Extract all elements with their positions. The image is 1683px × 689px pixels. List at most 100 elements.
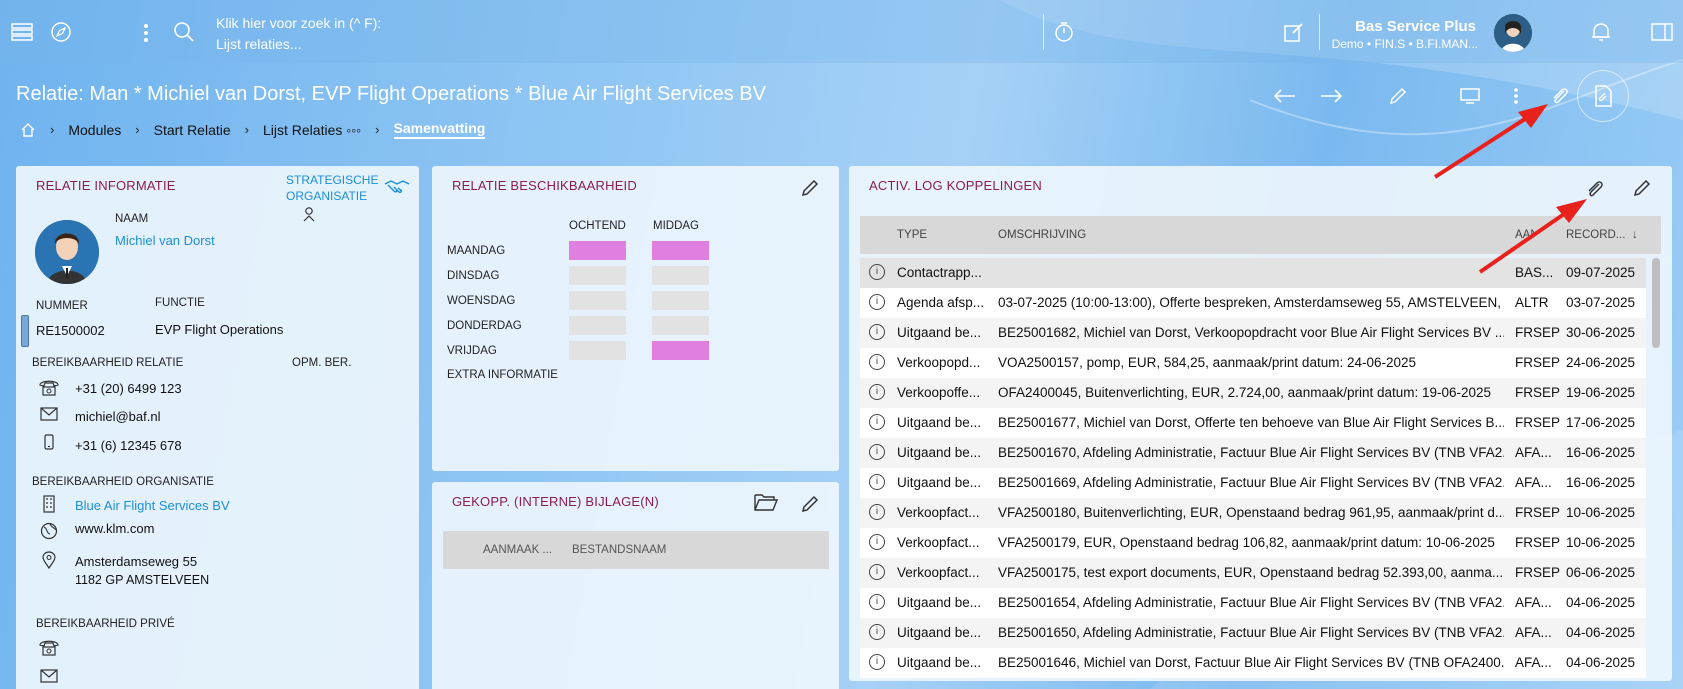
cell-omschrijving: VFA2500179, EUR, Openstaand bedrag 106,8… [998, 535, 1495, 550]
col-record[interactable]: RECORD... [1566, 229, 1625, 241]
table-row[interactable]: i Uitgaand be... BE25001677, Michiel van D… [860, 408, 1646, 438]
info-icon[interactable]: i [869, 294, 885, 310]
mobile-icon[interactable] [44, 434, 54, 455]
user-name[interactable]: Bas Service Plus [1330, 18, 1476, 35]
table-row[interactable]: i Verkoopoffe... OFA2400045, Buitenverlich… [860, 378, 1646, 408]
forward-arrow-icon[interactable] [1318, 84, 1344, 108]
pencil-icon[interactable] [800, 494, 820, 519]
bell-icon[interactable] [1589, 20, 1613, 44]
telephone-icon[interactable] [38, 378, 60, 401]
cell-aan: FRSEP [1515, 415, 1561, 430]
info-icon[interactable]: i [869, 564, 885, 580]
slot-dinsdag-middag[interactable] [652, 266, 709, 285]
col-bestandsnaam[interactable]: BESTANDSNAAM [572, 544, 666, 556]
telephone-icon[interactable] [38, 638, 60, 661]
user-avatar[interactable] [1494, 14, 1532, 52]
slot-donderdag-middag[interactable] [652, 316, 709, 335]
cell-date: 19-06-2025 [1566, 385, 1636, 400]
user-context[interactable]: Demo • FIN.S • B.FI.MAN... [1330, 37, 1478, 51]
organisation-link[interactable]: Blue Air Flight Services BV [75, 498, 230, 513]
strategische-organisatie-link[interactable]: STRATEGISCHE ORGANISATIE [286, 172, 378, 204]
back-arrow-icon[interactable] [1272, 84, 1298, 108]
relatie-informatie-panel: RELATIE INFORMATIE STRATEGISCHE ORGANISA… [16, 166, 419, 689]
table-row[interactable]: i Uitgaand be... BE25001669, Afdeling Admi… [860, 468, 1646, 498]
edit-note-icon[interactable] [1282, 20, 1306, 44]
info-icon[interactable]: i [869, 624, 885, 640]
pencil-icon[interactable] [1386, 84, 1410, 108]
panel-icon[interactable] [1650, 20, 1674, 44]
slot-maandag-ochtend[interactable] [569, 241, 626, 260]
folder-open-icon[interactable] [754, 492, 779, 517]
info-icon[interactable]: i [869, 384, 885, 400]
pencil-icon[interactable] [800, 178, 820, 203]
slot-woensdag-ochtend[interactable] [569, 291, 626, 310]
scrollbar-thumb[interactable] [1652, 258, 1660, 348]
slot-vrijdag-ochtend[interactable] [569, 341, 626, 360]
breadcrumb-samenvatting[interactable]: Samenvatting [393, 120, 486, 139]
slot-dinsdag-ochtend[interactable] [569, 266, 626, 285]
mobile-value[interactable]: +31 (6) 12345 678 [75, 438, 182, 453]
search-icon[interactable] [172, 20, 196, 44]
compass-icon[interactable] [49, 20, 73, 44]
globe-icon[interactable] [40, 522, 58, 545]
table-row[interactable]: i Uitgaand be... BE25001650, Afdeling Admi… [860, 618, 1646, 648]
table-row[interactable]: i Verkoopopd... VOA2500157, pomp, EUR, 584… [860, 348, 1646, 378]
info-icon[interactable]: i [869, 444, 885, 460]
table-row[interactable]: i Uitgaand be... BE25001646, Michiel van D… [860, 648, 1646, 678]
attach-document-button[interactable] [1577, 70, 1629, 122]
info-icon[interactable]: i [869, 594, 885, 610]
relatie-beschikbaarheid-panel: RELATIE BESCHIKBAARHEID OCHTEND MIDDAG M… [432, 166, 839, 471]
breadcrumb-start-relatie[interactable]: Start Relatie [154, 122, 231, 138]
col-omschrijving[interactable]: OMSCHRIJVING [998, 229, 1086, 241]
cell-aan: AFA... [1515, 595, 1552, 610]
contact-name-link[interactable]: Michiel van Dorst [115, 233, 215, 248]
location-pin-icon[interactable] [42, 551, 56, 574]
paperclip-icon[interactable] [1548, 84, 1572, 108]
email-value[interactable]: michiel@baf.nl [75, 409, 160, 424]
table-row[interactable]: i Uitgaand be... BE25001654, Afdeling Admi… [860, 588, 1646, 618]
home-icon[interactable] [20, 122, 36, 138]
envelope-icon[interactable] [40, 407, 58, 426]
paperclip-icon[interactable] [1585, 178, 1605, 205]
table-row[interactable]: i Uitgaand be... BE25001682, Michiel van D… [860, 318, 1646, 348]
menu-icon[interactable] [10, 20, 34, 44]
info-icon[interactable]: i [869, 474, 885, 490]
info-icon[interactable]: i [869, 324, 885, 340]
person-icon[interactable] [302, 206, 316, 227]
building-icon[interactable] [43, 495, 55, 518]
phone-value[interactable]: +31 (20) 6499 123 [75, 381, 182, 396]
envelope-icon[interactable] [40, 669, 58, 688]
more-vert-icon[interactable] [140, 21, 152, 45]
sort-down-icon[interactable]: ↓ [1632, 229, 1638, 241]
table-row[interactable]: i Uitgaand be... BE25001670, Afdeling Admi… [860, 438, 1646, 468]
table-row[interactable]: i Contactrapp... BAS... 09-07-2025 [860, 258, 1646, 288]
info-icon[interactable]: i [869, 504, 885, 520]
cell-aan: FRSEP [1515, 385, 1561, 400]
col-aanmaak[interactable]: AANMAAK ... [483, 544, 552, 556]
info-icon[interactable]: i [869, 264, 885, 280]
slot-maandag-middag[interactable] [652, 241, 709, 260]
table-row[interactable]: i Verkoopfact... VFA2500175, test export d… [860, 558, 1646, 588]
col-aan[interactable]: AAN [1515, 229, 1535, 241]
global-search[interactable]: Klik hier voor zoek in (^ F): Lijst rela… [216, 13, 381, 55]
info-icon[interactable]: i [869, 654, 885, 670]
handshake-icon[interactable] [384, 178, 410, 201]
table-row[interactable]: i Agenda afsp... 03-07-2025 (10:00-13:00),… [860, 288, 1646, 318]
slot-vrijdag-middag[interactable] [652, 341, 709, 360]
info-icon[interactable]: i [869, 414, 885, 430]
table-row[interactable]: i Verkoopfact... VFA2500179, EUR, Openstaa… [860, 528, 1646, 558]
timer-icon[interactable] [1052, 20, 1076, 44]
pencil-icon[interactable] [1632, 178, 1652, 203]
slot-donderdag-ochtend[interactable] [569, 316, 626, 335]
slot-woensdag-middag[interactable] [652, 291, 709, 310]
info-icon[interactable]: i [869, 534, 885, 550]
col-type[interactable]: TYPE [897, 229, 927, 241]
breadcrumb-modules[interactable]: Modules [68, 122, 121, 138]
cell-omschrijving: BE25001670, Afdeling Administratie, Fact… [998, 445, 1504, 460]
monitor-icon[interactable] [1458, 84, 1482, 108]
website-value[interactable]: www.klm.com [75, 521, 154, 536]
table-row[interactable]: i Verkoopfact... VFA2500180, Buitenverlich… [860, 498, 1646, 528]
breadcrumb-lijst-relaties[interactable]: Lijst Relaties ◦◦◦ [263, 122, 361, 138]
more-vert-icon[interactable] [1510, 84, 1522, 108]
info-icon[interactable]: i [869, 354, 885, 370]
